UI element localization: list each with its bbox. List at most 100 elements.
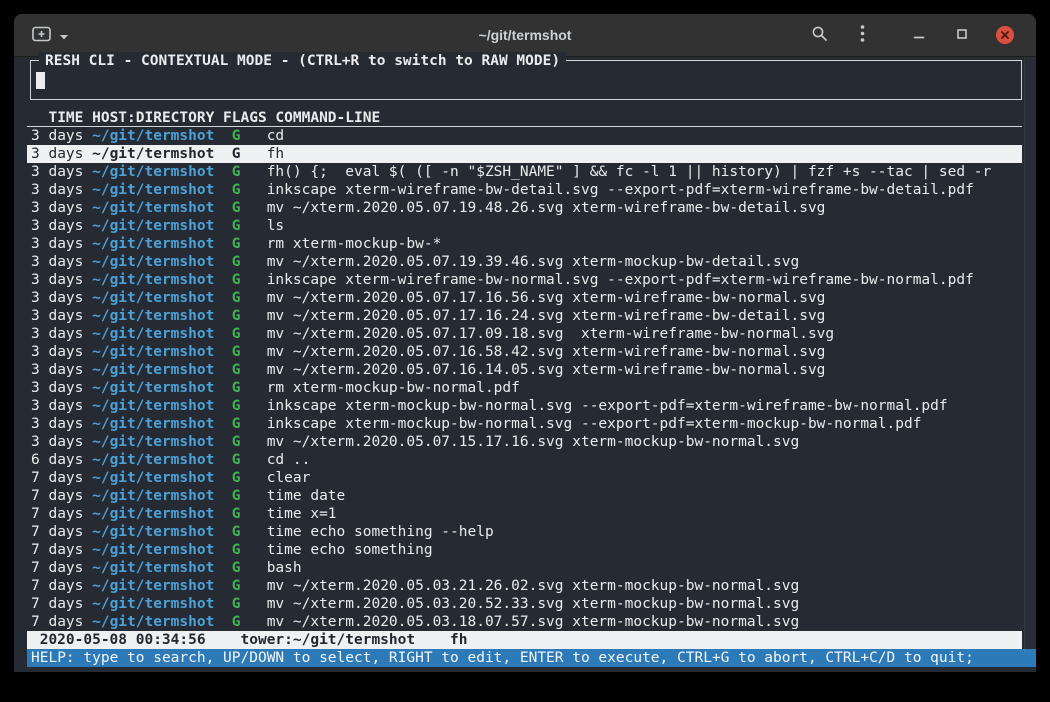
row-command: inkscape xterm-mockup-bw-normal.svg --ex…: [267, 416, 922, 432]
history-row[interactable]: 7 days~/git/termshotGtime x=1: [27, 505, 1022, 523]
terminal-content: RESH CLI - CONTEXTUAL MODE - (CTRL+R to …: [14, 57, 1036, 672]
row-command: clear: [267, 470, 311, 486]
history-row[interactable]: 3 days~/git/termshotGmv ~/xterm.2020.05.…: [27, 307, 1022, 325]
row-time: 3 days: [31, 326, 83, 342]
history-row[interactable]: 3 days~/git/termshotGmv ~/xterm.2020.05.…: [27, 325, 1022, 343]
row-flags: G: [232, 560, 241, 576]
row-time: 3 days: [31, 290, 83, 306]
scrollbar[interactable]: [1024, 57, 1036, 653]
row-command: fh() {; eval $( ([ -n "$ZSH_NAME" ] && f…: [267, 164, 992, 180]
row-command: inkscape xterm-wireframe-bw-normal.svg -…: [267, 272, 974, 288]
row-time: 3 days: [31, 164, 83, 180]
row-directory: ~/git/termshot: [92, 362, 214, 378]
row-directory: ~/git/termshot: [92, 524, 214, 540]
row-flags: G: [232, 614, 241, 630]
row-directory: ~/git/termshot: [92, 488, 214, 504]
row-command: rm xterm-mockup-bw-*: [267, 236, 442, 252]
restore-icon: [955, 27, 969, 44]
history-row[interactable]: 3 days~/git/termshotGmv ~/xterm.2020.05.…: [27, 253, 1022, 271]
row-flags: G: [232, 452, 241, 468]
history-row[interactable]: 3 days~/git/termshotGinkscape xterm-mock…: [27, 415, 1022, 433]
row-time: 7 days: [31, 506, 83, 522]
history-row[interactable]: 7 days~/git/termshotGmv ~/xterm.2020.05.…: [27, 613, 1022, 631]
row-flags: G: [232, 182, 241, 198]
history-row[interactable]: 3 days~/git/termshotGls: [27, 217, 1022, 235]
row-time: 7 days: [31, 488, 83, 504]
history-row[interactable]: 3 days~/git/termshotGinkscape xterm-wire…: [27, 181, 1022, 199]
new-terminal-button[interactable]: [30, 24, 71, 47]
row-flags: G: [232, 380, 241, 396]
row-directory: ~/git/termshot: [92, 452, 214, 468]
close-button[interactable]: [992, 22, 1018, 48]
history-list: 3 days~/git/termshotGcd3 days~/git/terms…: [27, 127, 1022, 631]
row-directory: ~/git/termshot: [92, 380, 214, 396]
history-row[interactable]: 3 days~/git/termshotGfh: [27, 145, 1022, 163]
minimize-button[interactable]: [906, 22, 932, 48]
history-row[interactable]: 7 days~/git/termshotGclear: [27, 469, 1022, 487]
row-flags: G: [232, 218, 241, 234]
history-row[interactable]: 3 days~/git/termshotGrm xterm-mockup-bw-…: [27, 379, 1022, 397]
history-row[interactable]: 7 days~/git/termshotGmv ~/xterm.2020.05.…: [27, 577, 1022, 595]
minimize-icon: [912, 27, 926, 44]
row-command: mv ~/xterm.2020.05.03.20.52.33.svg xterm…: [267, 596, 800, 612]
row-time: 3 days: [31, 128, 83, 144]
history-row[interactable]: 3 days~/git/termshotGcd: [27, 127, 1022, 145]
row-flags: G: [232, 326, 241, 342]
history-row[interactable]: 6 days~/git/termshotGcd ..: [27, 451, 1022, 469]
row-flags: G: [232, 236, 241, 252]
row-command: time date: [267, 488, 346, 504]
new-terminal-icon: [32, 26, 52, 45]
history-row[interactable]: 3 days~/git/termshotGmv ~/xterm.2020.05.…: [27, 199, 1022, 217]
row-time: 3 days: [31, 218, 83, 234]
kebab-menu-icon: [860, 24, 865, 46]
row-flags: G: [232, 488, 241, 504]
row-flags: G: [232, 200, 241, 216]
row-directory: ~/git/termshot: [92, 506, 214, 522]
history-row[interactable]: 3 days~/git/termshotGinkscape xterm-wire…: [27, 271, 1022, 289]
terminal-window: ~/git/termshot: [14, 14, 1036, 672]
row-time: 3 days: [31, 146, 83, 162]
history-row[interactable]: 3 days~/git/termshotGmv ~/xterm.2020.05.…: [27, 433, 1022, 451]
row-directory: ~/git/termshot: [92, 290, 214, 306]
menu-button[interactable]: [849, 22, 875, 48]
row-flags: G: [232, 128, 241, 144]
close-icon: [996, 26, 1014, 44]
row-directory: ~/git/termshot: [92, 470, 214, 486]
row-time: 3 days: [31, 254, 83, 270]
history-row[interactable]: 7 days~/git/termshotGtime echo something: [27, 541, 1022, 559]
history-row[interactable]: 7 days~/git/termshotGtime echo something…: [27, 523, 1022, 541]
row-directory: ~/git/termshot: [92, 182, 214, 198]
status-command: fh: [450, 632, 467, 648]
history-row[interactable]: 3 days~/git/termshotGmv ~/xterm.2020.05.…: [27, 289, 1022, 307]
row-command: cd: [267, 128, 284, 144]
row-command: bash: [267, 560, 302, 576]
row-flags: G: [232, 254, 241, 270]
history-row[interactable]: 3 days~/git/termshotGinkscape xterm-mock…: [27, 397, 1022, 415]
history-row[interactable]: 3 days~/git/termshotGrm xterm-mockup-bw-…: [27, 235, 1022, 253]
restore-button[interactable]: [949, 22, 975, 48]
history-row[interactable]: 3 days~/git/termshotGmv ~/xterm.2020.05.…: [27, 361, 1022, 379]
row-directory: ~/git/termshot: [92, 218, 214, 234]
row-command: mv ~/xterm.2020.05.07.17.09.18.svg xterm…: [267, 326, 834, 342]
history-row[interactable]: 7 days ~/git/termshot Gtime date: [27, 487, 1022, 505]
status-host-directory: tower:~/git/termshot: [241, 632, 416, 648]
row-command: mv ~/xterm.2020.05.03.18.07.57.svg xterm…: [267, 614, 800, 630]
row-flags: G: [232, 434, 241, 450]
row-command: mv ~/xterm.2020.05.07.19.48.26.svg xterm…: [267, 200, 826, 216]
row-directory: ~/git/termshot: [92, 398, 214, 414]
row-directory: ~/git/termshot: [92, 308, 214, 324]
history-row[interactable]: 3 days~/git/termshotGfh() {; eval $( ([ …: [27, 163, 1022, 181]
row-flags: G: [232, 398, 241, 414]
row-flags: G: [232, 290, 241, 306]
history-row[interactable]: 3 days~/git/termshotGmv ~/xterm.2020.05.…: [27, 343, 1022, 361]
row-flags: G: [232, 362, 241, 378]
history-row[interactable]: 7 days~/git/termshotGbash: [27, 559, 1022, 577]
row-directory: ~/git/termshot: [92, 614, 214, 630]
help-bar: HELP: type to search, UP/DOWN to select,…: [27, 649, 1036, 667]
search-button[interactable]: [806, 22, 832, 48]
search-input[interactable]: [31, 61, 1021, 99]
history-row[interactable]: 7 days~/git/termshotGmv ~/xterm.2020.05.…: [27, 595, 1022, 613]
row-flags: G: [232, 164, 241, 180]
row-flags: G: [232, 146, 241, 162]
row-time: 7 days: [31, 578, 83, 594]
